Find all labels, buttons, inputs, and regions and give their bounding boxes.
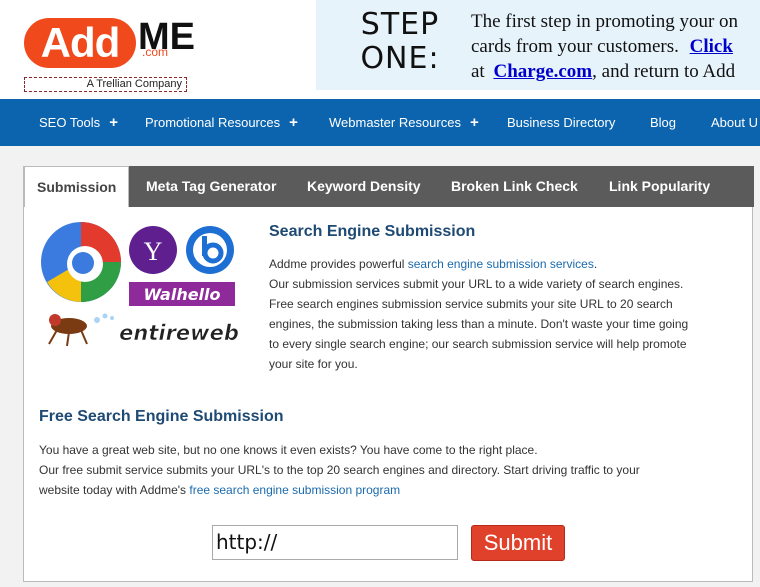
banner-line3-tail: , and return to Add xyxy=(592,61,736,82)
plus-icon: + xyxy=(109,114,118,131)
banner-line2-text: cards from your customers. xyxy=(471,36,679,57)
walhello-text: Walhello xyxy=(143,285,220,304)
nav-label: Webmaster Resources xyxy=(329,115,461,130)
logo-dotcom-text: .com xyxy=(142,45,169,59)
para-line: You have a great web site, but no one kn… xyxy=(39,443,538,457)
banner-text-line2: cards from your customers. Click xyxy=(471,34,760,59)
free-submission-text: You have a great web site, but no one kn… xyxy=(39,440,744,500)
main-nav: SEO Tools + Promotional Resources + Webmas… xyxy=(0,99,760,146)
tool-tabs: Submission Meta Tag Generator Keyword De… xyxy=(24,166,754,207)
walhello-logo-icon: Walhello xyxy=(129,282,235,306)
search-engine-submission-title: Search Engine Submission xyxy=(269,223,476,240)
banner-click-link[interactable]: Click xyxy=(690,36,733,57)
search-engine-submission-text: Addme provides powerful search engine su… xyxy=(269,254,739,374)
para-text: website today with Addme's xyxy=(39,483,190,497)
para-text: . xyxy=(593,257,598,271)
para-line: Addme provides powerful search engine su… xyxy=(269,254,739,274)
banner-text: The first step in promoting your on card… xyxy=(471,9,760,84)
free-submission-program-link[interactable]: free search engine submission program xyxy=(189,483,400,497)
para-line: Our submission services submit your URL … xyxy=(269,277,684,291)
logo-add-text: Add xyxy=(24,18,136,68)
banner-line3-text: at xyxy=(471,61,485,82)
para-line: website today with Addme's free search e… xyxy=(39,480,744,500)
banner-text-line1: The first step in promoting your on xyxy=(471,11,739,32)
tab-link-popularity[interactable]: Link Popularity xyxy=(609,166,710,207)
banner-step-line2: ONE: xyxy=(360,41,440,76)
submission-services-link[interactable]: search engine submission services xyxy=(408,257,594,271)
site-header: Add ME .com A Trellian Company STEP ONE:… xyxy=(0,0,760,99)
url-input[interactable]: http:// xyxy=(212,525,458,560)
free-submission-title: Free Search Engine Submission xyxy=(39,408,284,425)
tool-panel: Submission Meta Tag Generator Keyword De… xyxy=(23,166,754,582)
banner-step-line1: STEP xyxy=(360,7,440,42)
banner-charge-link[interactable]: Charge.com xyxy=(493,61,592,82)
nav-label: Promotional Resources xyxy=(145,115,281,130)
para-line: your site for you. xyxy=(269,357,358,371)
tab-keyword-density[interactable]: Keyword Density xyxy=(307,166,421,207)
nav-label: About U xyxy=(711,115,758,130)
ant-mascot-icon xyxy=(48,313,114,347)
yahoo-letter: Y xyxy=(144,237,163,266)
addme-logo[interactable]: Add ME .com A Trellian Company xyxy=(0,0,316,99)
step-one-banner[interactable]: STEP ONE: The first step in promoting yo… xyxy=(316,0,760,90)
nav-label: SEO Tools xyxy=(39,115,101,130)
bing-logo-icon xyxy=(186,226,234,274)
para-line: Our free submit service submits your URL… xyxy=(39,463,640,477)
nav-blog[interactable]: Blog xyxy=(650,99,676,146)
nav-business-directory[interactable]: Business Directory xyxy=(507,99,615,146)
para-line: engines, the submission taking less than… xyxy=(269,317,689,331)
para-line: Free search engines submission service s… xyxy=(269,297,673,311)
nav-about-us[interactable]: About U xyxy=(711,99,758,146)
tab-broken-link-check[interactable]: Broken Link Check xyxy=(451,166,578,207)
para-line: to every single search engine; our searc… xyxy=(269,337,687,351)
nav-seo-tools[interactable]: SEO Tools + xyxy=(39,99,118,146)
yahoo-logo-icon: Y xyxy=(129,226,177,274)
tab-meta-tag-generator[interactable]: Meta Tag Generator xyxy=(146,166,276,207)
banner-text-line3: at Charge.com, and return to Add xyxy=(471,59,760,84)
nav-promotional-resources[interactable]: Promotional Resources + xyxy=(145,99,298,146)
nav-label: Business Directory xyxy=(507,115,616,130)
para-text: Addme provides powerful xyxy=(269,257,408,271)
nav-label: Blog xyxy=(650,115,677,130)
plus-icon: + xyxy=(469,114,479,131)
tab-submission[interactable]: Submission xyxy=(24,166,130,207)
entireweb-text: entireweb xyxy=(119,321,239,345)
banner-step-one: STEP ONE: xyxy=(350,8,450,76)
trellian-tagline[interactable]: A Trellian Company xyxy=(24,77,187,92)
submit-button[interactable]: Submit xyxy=(471,525,565,561)
google-logo-icon xyxy=(41,222,121,302)
plus-icon: + xyxy=(289,114,298,131)
nav-webmaster-resources[interactable]: Webmaster Resources + xyxy=(329,99,479,146)
search-engine-logos: Y Walhello entireweb xyxy=(41,222,239,347)
